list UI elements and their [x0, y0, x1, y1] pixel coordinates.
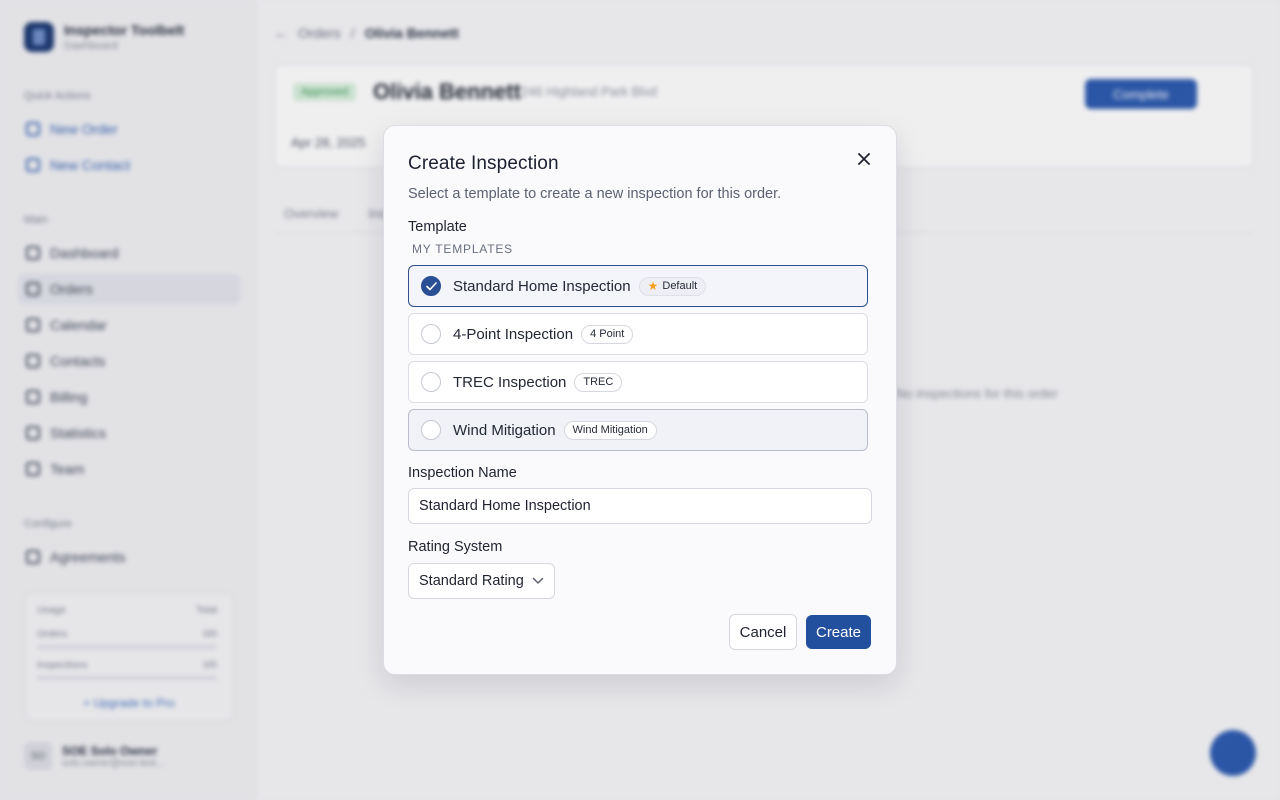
template-badge: Wind Mitigation: [563, 420, 657, 440]
close-icon: [858, 153, 870, 165]
template-option-wind-mitigation[interactable]: Wind Mitigation Wind Mitigation: [408, 409, 868, 451]
inspection-name-input[interactable]: [408, 488, 872, 524]
rating-system-label: Rating System: [408, 539, 503, 555]
radio-unchecked[interactable]: [421, 420, 441, 440]
rating-system-select[interactable]: Standard Rating: [408, 563, 555, 599]
template-option-trec[interactable]: TREC Inspection TREC: [408, 361, 868, 403]
template-group-label: My Templates: [412, 242, 513, 256]
dialog-title: Create Inspection: [408, 153, 559, 174]
inspection-name-label: Inspection Name: [408, 465, 517, 481]
template-label: Template: [408, 219, 467, 235]
create-inspection-dialog: Create Inspection Select a template to c…: [383, 125, 897, 675]
radio-unchecked[interactable]: [421, 324, 441, 344]
radio-checked[interactable]: [421, 276, 441, 296]
default-badge: ★ Default: [638, 276, 707, 296]
cancel-button[interactable]: Cancel: [729, 614, 797, 650]
template-badge: 4 Point: [581, 324, 634, 344]
dialog-description: Select a template to create a new inspec…: [408, 186, 782, 202]
chevron-down-icon: [532, 577, 543, 584]
template-option-standard-home[interactable]: Standard Home Inspection ★ Default: [408, 265, 868, 307]
template-option-4-point[interactable]: 4-Point Inspection 4 Point: [408, 313, 868, 355]
template-name: TREC Inspection: [453, 373, 567, 391]
template-name: 4-Point Inspection: [453, 325, 574, 343]
badge-label: Default: [662, 280, 698, 292]
template-name: Standard Home Inspection: [453, 277, 631, 295]
create-button[interactable]: Create: [806, 615, 871, 649]
close-button[interactable]: [854, 149, 874, 169]
star-icon: ★: [647, 279, 659, 293]
template-badge: TREC: [574, 372, 623, 392]
check-icon: [425, 281, 437, 290]
rating-system-value: Standard Rating: [419, 573, 524, 589]
radio-unchecked[interactable]: [421, 372, 441, 392]
template-name: Wind Mitigation: [453, 421, 556, 439]
